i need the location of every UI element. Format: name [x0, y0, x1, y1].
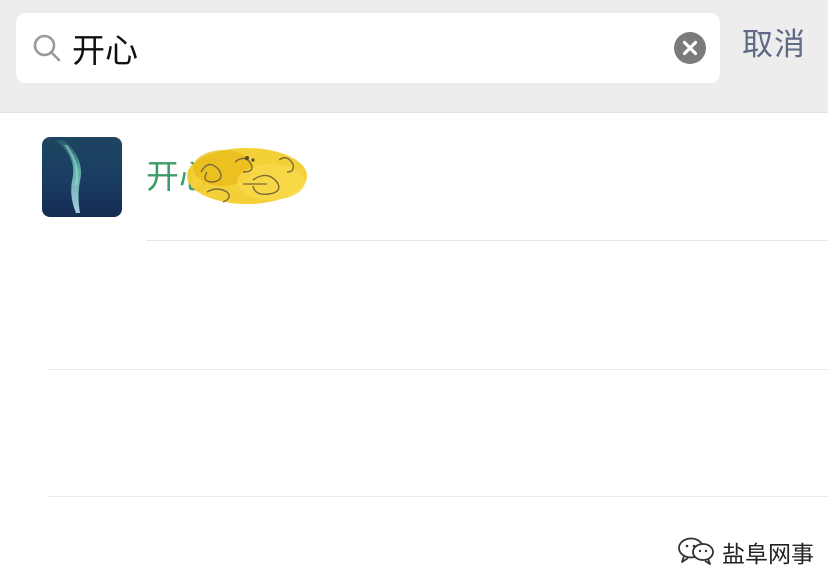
cancel-button[interactable]: 取消: [742, 25, 806, 65]
search-box[interactable]: [16, 13, 720, 83]
list-divider: [48, 496, 828, 497]
row-divider: [146, 240, 828, 241]
avatar: [42, 137, 122, 217]
search-input[interactable]: [72, 21, 612, 75]
search-result-row[interactable]: 开心: [0, 113, 828, 241]
watermark-text: 盐阜网事: [722, 542, 814, 568]
watermark: 盐阜网事: [676, 536, 814, 568]
redaction-scribble: [183, 142, 311, 210]
wechat-official-account-icon: [676, 535, 716, 569]
clear-icon[interactable]: [674, 32, 706, 64]
search-bar: 取消: [0, 0, 828, 113]
search-icon: [32, 33, 62, 63]
list-divider: [48, 369, 828, 370]
